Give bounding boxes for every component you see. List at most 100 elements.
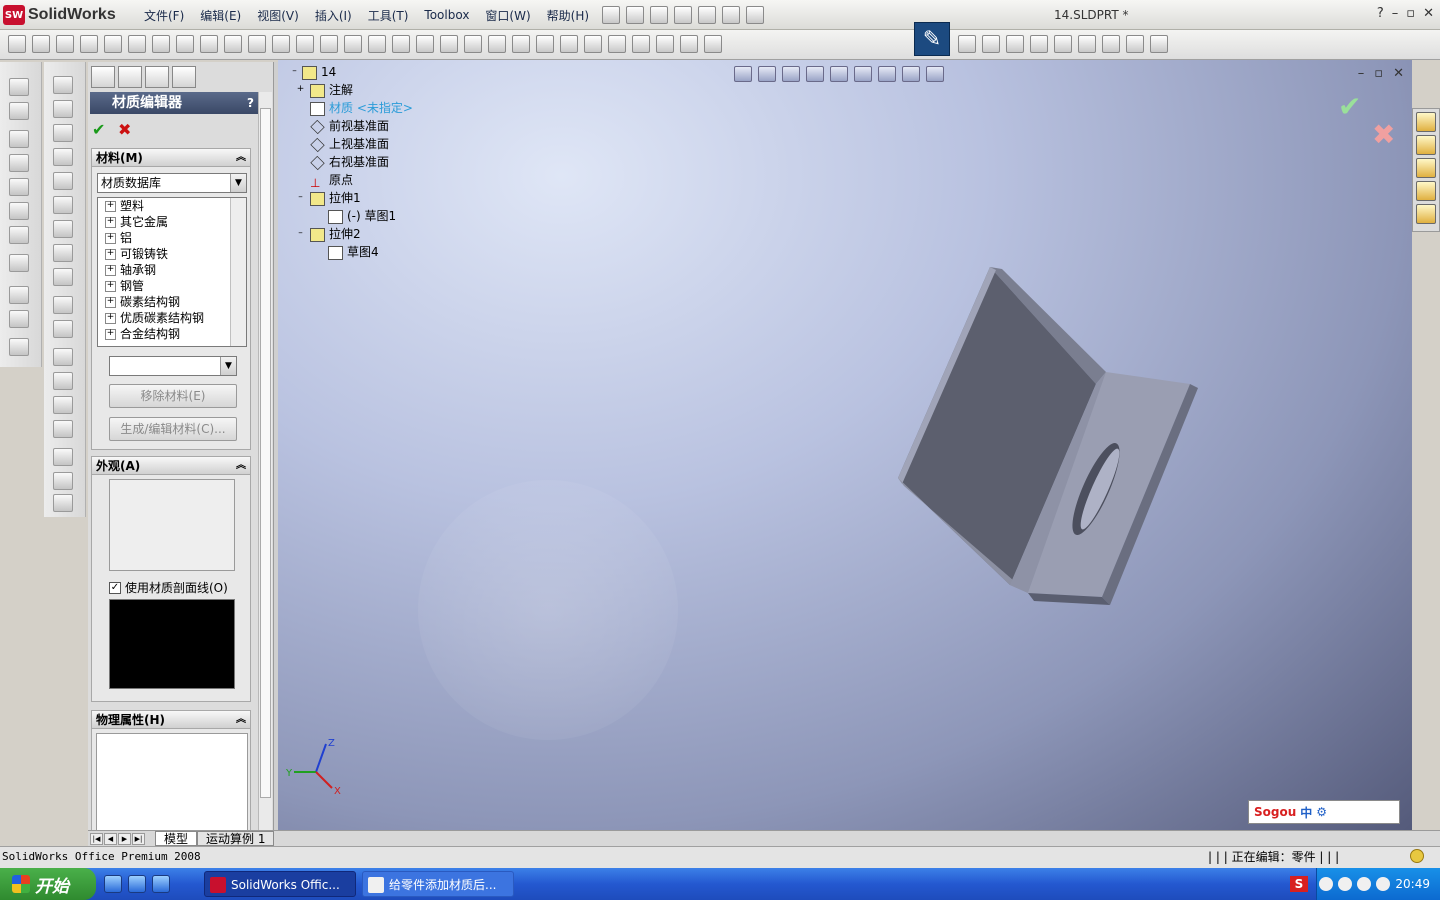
spline-icon[interactable] — [464, 35, 482, 53]
feature-icon-11[interactable] — [9, 338, 29, 356]
new-document-icon[interactable] — [602, 6, 620, 24]
tool-icon-10[interactable] — [53, 296, 73, 314]
display-style-icon[interactable] — [854, 66, 872, 82]
menu-file[interactable]: 文件(F) — [136, 7, 192, 24]
chevron-down-icon[interactable]: ▼ — [220, 357, 236, 375]
rebuild-icon[interactable] — [1410, 849, 1424, 863]
graphics-viewport[interactable]: – 14 + 注解 材质 <未指定> 前视基准面 上视基准面 右视基准面 ⊥ 原点… — [278, 60, 1412, 832]
menu-window[interactable]: 窗口(W) — [477, 7, 538, 24]
dimxpert-tab-icon[interactable] — [172, 66, 196, 88]
arc-icon[interactable] — [440, 35, 458, 53]
feature-icon-4[interactable] — [9, 154, 29, 172]
feature-tree-item-right-plane[interactable]: 右视基准面 — [288, 153, 468, 171]
area-hatch-icon[interactable] — [296, 35, 314, 53]
feature-tree-item-sketch4[interactable]: 草图4 — [288, 243, 468, 261]
viewport-minimize-button[interactable]: – — [1358, 66, 1365, 81]
offset-icon[interactable] — [632, 35, 650, 53]
material-database-select[interactable]: 材质数据库 ▼ — [97, 173, 247, 193]
list-item[interactable]: 优质碳素结构钢 — [98, 310, 246, 326]
last-tab-icon[interactable]: ▶| — [132, 832, 145, 845]
tool-icon-6[interactable] — [53, 196, 73, 214]
confirmation-corner-cancel[interactable]: ✖ — [1372, 118, 1395, 151]
first-tab-icon[interactable]: |◀ — [90, 832, 103, 845]
remove-material-button[interactable]: 移除材料(E) — [109, 384, 237, 408]
move-icon[interactable] — [958, 35, 976, 53]
surface-finish-icon[interactable] — [224, 35, 242, 53]
appearance-group-header[interactable]: 外观(A) ︽ — [92, 457, 250, 475]
design-library-icon[interactable] — [1416, 135, 1436, 155]
feature-tree-item-material[interactable]: 材质 <未指定> — [288, 99, 468, 117]
pm-cancel-button[interactable]: ✖ — [118, 120, 131, 139]
menu-view[interactable]: 视图(V) — [249, 7, 307, 24]
material-tree-scrollbar[interactable] — [230, 198, 246, 346]
next-tab-icon[interactable]: ▶ — [118, 832, 131, 845]
tool-icon-12[interactable] — [53, 348, 73, 366]
mirror-icon[interactable] — [608, 35, 626, 53]
fillet-icon[interactable] — [512, 35, 530, 53]
zoom-to-fit-icon[interactable] — [734, 66, 752, 82]
collapse-icon[interactable]: ︽ — [236, 711, 246, 729]
home-icon[interactable] — [1416, 112, 1436, 132]
feature-manager-tab-icon[interactable] — [91, 66, 115, 88]
sogou-ime-bar[interactable]: Sogou 中 ⚙ — [1248, 800, 1400, 824]
edit-appearance-icon[interactable] — [902, 66, 920, 82]
feature-tree-item-front-plane[interactable]: 前视基准面 — [288, 117, 468, 135]
trim-icon[interactable] — [656, 35, 674, 53]
apply-scene-icon[interactable] — [926, 66, 944, 82]
undo-icon[interactable] — [698, 6, 716, 24]
clock[interactable]: 20:49 — [1395, 877, 1430, 891]
sogou-tray-icon[interactable]: S — [1290, 876, 1308, 892]
list-item[interactable]: 碳素结构钢 — [98, 294, 246, 310]
tool-icon-11[interactable] — [53, 320, 73, 338]
pm-ok-button[interactable]: ✔ — [92, 120, 105, 139]
network-icon[interactable] — [1357, 877, 1372, 891]
rectangle-icon[interactable] — [392, 35, 410, 53]
confirmation-corner-ok[interactable]: ✔ — [1338, 90, 1361, 123]
tool-icon-4[interactable] — [53, 148, 73, 166]
quick-snap-icon[interactable] — [1030, 35, 1048, 53]
list-item[interactable]: 合金结构钢 — [98, 326, 246, 342]
balloon-icon[interactable] — [56, 35, 74, 53]
save-icon[interactable] — [650, 6, 668, 24]
perspective-icon[interactable] — [1126, 35, 1144, 53]
expand-icon[interactable]: + — [296, 85, 305, 95]
bracket-model[interactable] — [888, 260, 1208, 610]
tool-icon-5[interactable] — [53, 172, 73, 190]
menu-help[interactable]: 帮助(H) — [539, 7, 597, 24]
feature-tree-root[interactable]: – 14 — [288, 63, 468, 81]
feature-tree-item-sketch1[interactable]: (-) 草图1 — [288, 207, 468, 225]
prev-tab-icon[interactable]: ◀ — [104, 832, 117, 845]
tool-icon-14[interactable] — [53, 396, 73, 414]
taskbar-item-document[interactable]: 给零件添加材质后... — [362, 871, 514, 897]
collapse-icon[interactable]: – — [296, 193, 305, 203]
feature-tree-item-top-plane[interactable]: 上视基准面 — [288, 135, 468, 153]
datum-icon[interactable] — [80, 35, 98, 53]
tab-motion-study[interactable]: 运动算例 1 — [197, 831, 275, 846]
app-logo[interactable]: SW SolidWorks — [3, 4, 123, 26]
rapid-sketch-icon[interactable] — [1054, 35, 1072, 53]
feature-icon-10[interactable] — [9, 310, 29, 328]
use-material-hatch-checkbox[interactable]: ✓ 使用材质剖面线(O) — [109, 579, 228, 596]
material-tree[interactable]: 塑料 其它金属 铝 可锻铸铁 轴承钢 钢管 碳素结构钢 优质碳素结构钢 合金结构… — [97, 197, 247, 347]
note-icon[interactable] — [32, 35, 50, 53]
browser-icon[interactable] — [152, 875, 170, 893]
tool-icon-7[interactable] — [53, 220, 73, 238]
feature-icon-3[interactable] — [9, 130, 29, 148]
feature-tree-item-origin[interactable]: ⊥ 原点 — [288, 171, 468, 190]
taskbar-item-solidworks[interactable]: SolidWorks Offic... — [204, 871, 356, 897]
list-item[interactable]: 钢管 — [98, 278, 246, 294]
grid-icon[interactable] — [982, 35, 1000, 53]
list-item[interactable]: 铝 — [98, 230, 246, 246]
tool-icon-1[interactable] — [53, 76, 73, 94]
ellipse-icon[interactable] — [488, 35, 506, 53]
tool-icon-3[interactable] — [53, 124, 73, 142]
relations-icon[interactable] — [704, 35, 722, 53]
tool-icon-2[interactable] — [53, 100, 73, 118]
list-item[interactable]: 其它金属 — [98, 214, 246, 230]
ime-settings-icon[interactable]: ⚙ — [1316, 805, 1327, 819]
tool-icon-18[interactable] — [53, 494, 73, 512]
tray-chevron-icon[interactable] — [1319, 877, 1334, 891]
hide-show-icon[interactable] — [878, 66, 896, 82]
feature-icon-5[interactable] — [9, 178, 29, 196]
menu-tools[interactable]: 工具(T) — [360, 7, 417, 24]
